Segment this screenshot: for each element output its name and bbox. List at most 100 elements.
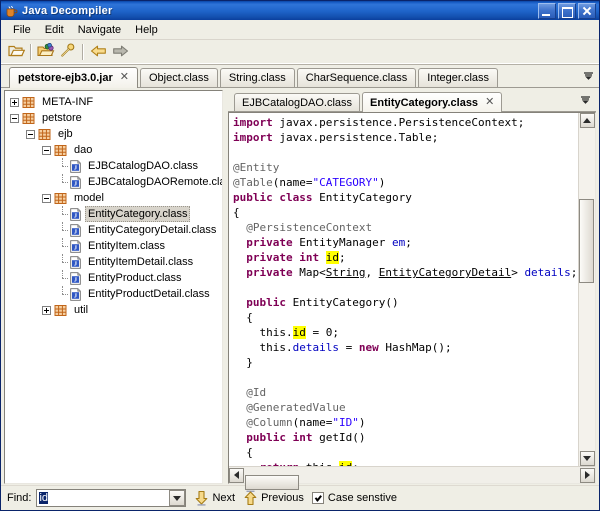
- java-class-icon: J: [70, 256, 81, 269]
- find-input[interactable]: id: [36, 489, 186, 507]
- tab-object-class[interactable]: Object.class: [140, 68, 218, 87]
- code-line: import javax.persistence.Table;: [233, 130, 578, 145]
- find-history-dropdown-button[interactable]: [169, 490, 185, 506]
- close-icon[interactable]: ✕: [120, 72, 129, 83]
- checkbox-box[interactable]: [312, 492, 324, 504]
- back-button[interactable]: [87, 42, 109, 63]
- java-coffee-icon: [4, 4, 18, 18]
- code-line: this.details = new HashMap();: [233, 340, 578, 355]
- tree-node-label: dao: [71, 143, 95, 157]
- tree-node[interactable]: model: [8, 190, 222, 206]
- tree-node-label: EntityProduct.class: [85, 271, 185, 285]
- code-line: @Column(name="ID"): [233, 415, 578, 430]
- collapse-icon[interactable]: [10, 114, 19, 123]
- editor-tab-ejbcatalogdao[interactable]: EJBCatalogDAO.class: [234, 93, 360, 111]
- minimize-button[interactable]: [538, 3, 556, 19]
- close-button[interactable]: [578, 3, 596, 19]
- package-tree[interactable]: META-INFpetstoreejbdaoJEJBCatalogDAO.cla…: [5, 91, 222, 318]
- tree-node-label: EntityCategory.class: [85, 206, 190, 222]
- horizontal-scroll-thumb[interactable]: [245, 475, 299, 490]
- tree-node[interactable]: JEJBCatalogDAO.class: [8, 158, 222, 174]
- main-tab-overflow-button[interactable]: [581, 70, 595, 84]
- java-class-icon: J: [70, 240, 81, 253]
- find-next-button[interactable]: Next: [194, 490, 235, 506]
- tree-elbow: [58, 254, 67, 270]
- tree-indent: [8, 190, 42, 206]
- editor-horizontal-scrollbar[interactable]: [229, 466, 595, 483]
- expand-icon[interactable]: [42, 306, 51, 315]
- tree-node[interactable]: JEntityProductDetail.class: [8, 286, 222, 302]
- tree-node[interactable]: JEJBCatalogDAORemote.class: [8, 174, 222, 190]
- menu-item-file[interactable]: File: [6, 22, 38, 38]
- scroll-up-button[interactable]: [580, 113, 595, 128]
- find-previous-button[interactable]: Previous: [243, 490, 304, 506]
- maximize-button[interactable]: [558, 3, 576, 19]
- tree-indent: [8, 270, 58, 286]
- tree-indent: [8, 222, 58, 238]
- chevron-down-icon: [583, 71, 594, 83]
- vertical-scroll-thumb[interactable]: [579, 199, 594, 283]
- source-code-view[interactable]: import javax.persistence.PersistenceCont…: [229, 113, 578, 466]
- code-line: @GeneratedValue: [233, 400, 578, 415]
- main-content: META-INFpetstoreejbdaoJEJBCatalogDAO.cla…: [1, 88, 599, 485]
- main-tab-bar: petstore-ejb3.0.jar ✕ Object.class Strin…: [1, 65, 599, 88]
- tree-node[interactable]: J EntityItem.class: [8, 238, 222, 254]
- tab-integer-class[interactable]: Integer.class: [418, 68, 498, 87]
- tree-node[interactable]: util: [8, 302, 222, 318]
- package-icon: [38, 128, 51, 141]
- tree-node[interactable]: ejb: [8, 126, 222, 142]
- menu-item-help[interactable]: Help: [128, 22, 165, 38]
- code-line: [233, 145, 578, 160]
- tab-charsequence-class[interactable]: CharSequence.class: [297, 68, 417, 87]
- tree-node-label: util: [71, 303, 91, 317]
- tree-elbow: [58, 158, 67, 174]
- code-line: private EntityManager em;: [233, 235, 578, 250]
- expand-icon[interactable]: [10, 98, 19, 107]
- search-button[interactable]: [57, 42, 79, 63]
- tree-indent: [8, 302, 42, 318]
- tree-node[interactable]: JEntityProduct.class: [8, 270, 222, 286]
- open-file-button[interactable]: [5, 42, 27, 63]
- code-line: this.id = 0;: [233, 325, 578, 340]
- tab-label: String.class: [229, 72, 286, 84]
- scroll-right-button[interactable]: [580, 468, 595, 483]
- back-arrow-icon: [90, 44, 107, 61]
- tree-elbow: [58, 222, 67, 238]
- editor-tab-overflow-button[interactable]: [578, 94, 592, 108]
- find-label: Find:: [7, 492, 31, 504]
- collapse-icon[interactable]: [42, 146, 51, 155]
- collapse-icon[interactable]: [42, 194, 51, 203]
- code-line: {: [233, 445, 578, 460]
- case-sensitive-checkbox[interactable]: Case senstive: [312, 492, 397, 504]
- tab-petstore-ejb-jar[interactable]: petstore-ejb3.0.jar ✕: [9, 67, 138, 88]
- tree-node[interactable]: petstore: [8, 110, 222, 126]
- tab-string-class[interactable]: String.class: [220, 68, 295, 87]
- tree-indent: [8, 254, 58, 270]
- editor-area: EJBCatalogDAO.class EntityCategory.class…: [228, 90, 596, 484]
- close-icon[interactable]: ✕: [485, 95, 494, 108]
- tab-label: Object.class: [149, 72, 209, 84]
- package-icon: [22, 96, 35, 109]
- tree-node-label: EntityItem.class: [85, 239, 168, 253]
- menu-item-edit[interactable]: Edit: [38, 22, 71, 38]
- code-line: private int id;: [233, 250, 578, 265]
- find-input-value[interactable]: id: [37, 492, 169, 504]
- collapse-icon[interactable]: [26, 130, 35, 139]
- tree-node[interactable]: JEntityCategoryDetail.class: [8, 222, 222, 238]
- vertical-scroll-track[interactable]: [579, 128, 595, 451]
- open-type-button[interactable]: [35, 42, 57, 63]
- forward-button[interactable]: [109, 42, 131, 63]
- editor-tab-entitycategory[interactable]: EntityCategory.class ✕: [362, 92, 502, 112]
- tree-indent: [8, 158, 58, 174]
- tree-node[interactable]: META-INF: [8, 94, 222, 110]
- scroll-down-button[interactable]: [580, 451, 595, 466]
- tree-node[interactable]: JEntityItemDetail.class: [8, 254, 222, 270]
- editor-vertical-scrollbar[interactable]: [578, 113, 595, 466]
- tree-node[interactable]: dao: [8, 142, 222, 158]
- menu-item-navigate[interactable]: Navigate: [71, 22, 128, 38]
- scroll-left-button[interactable]: [229, 468, 244, 483]
- tree-node[interactable]: JEntityCategory.class: [8, 206, 222, 222]
- tree-indent: [8, 206, 58, 222]
- package-icon: [22, 112, 35, 125]
- editor-tab-label: EntityCategory.class: [370, 97, 478, 109]
